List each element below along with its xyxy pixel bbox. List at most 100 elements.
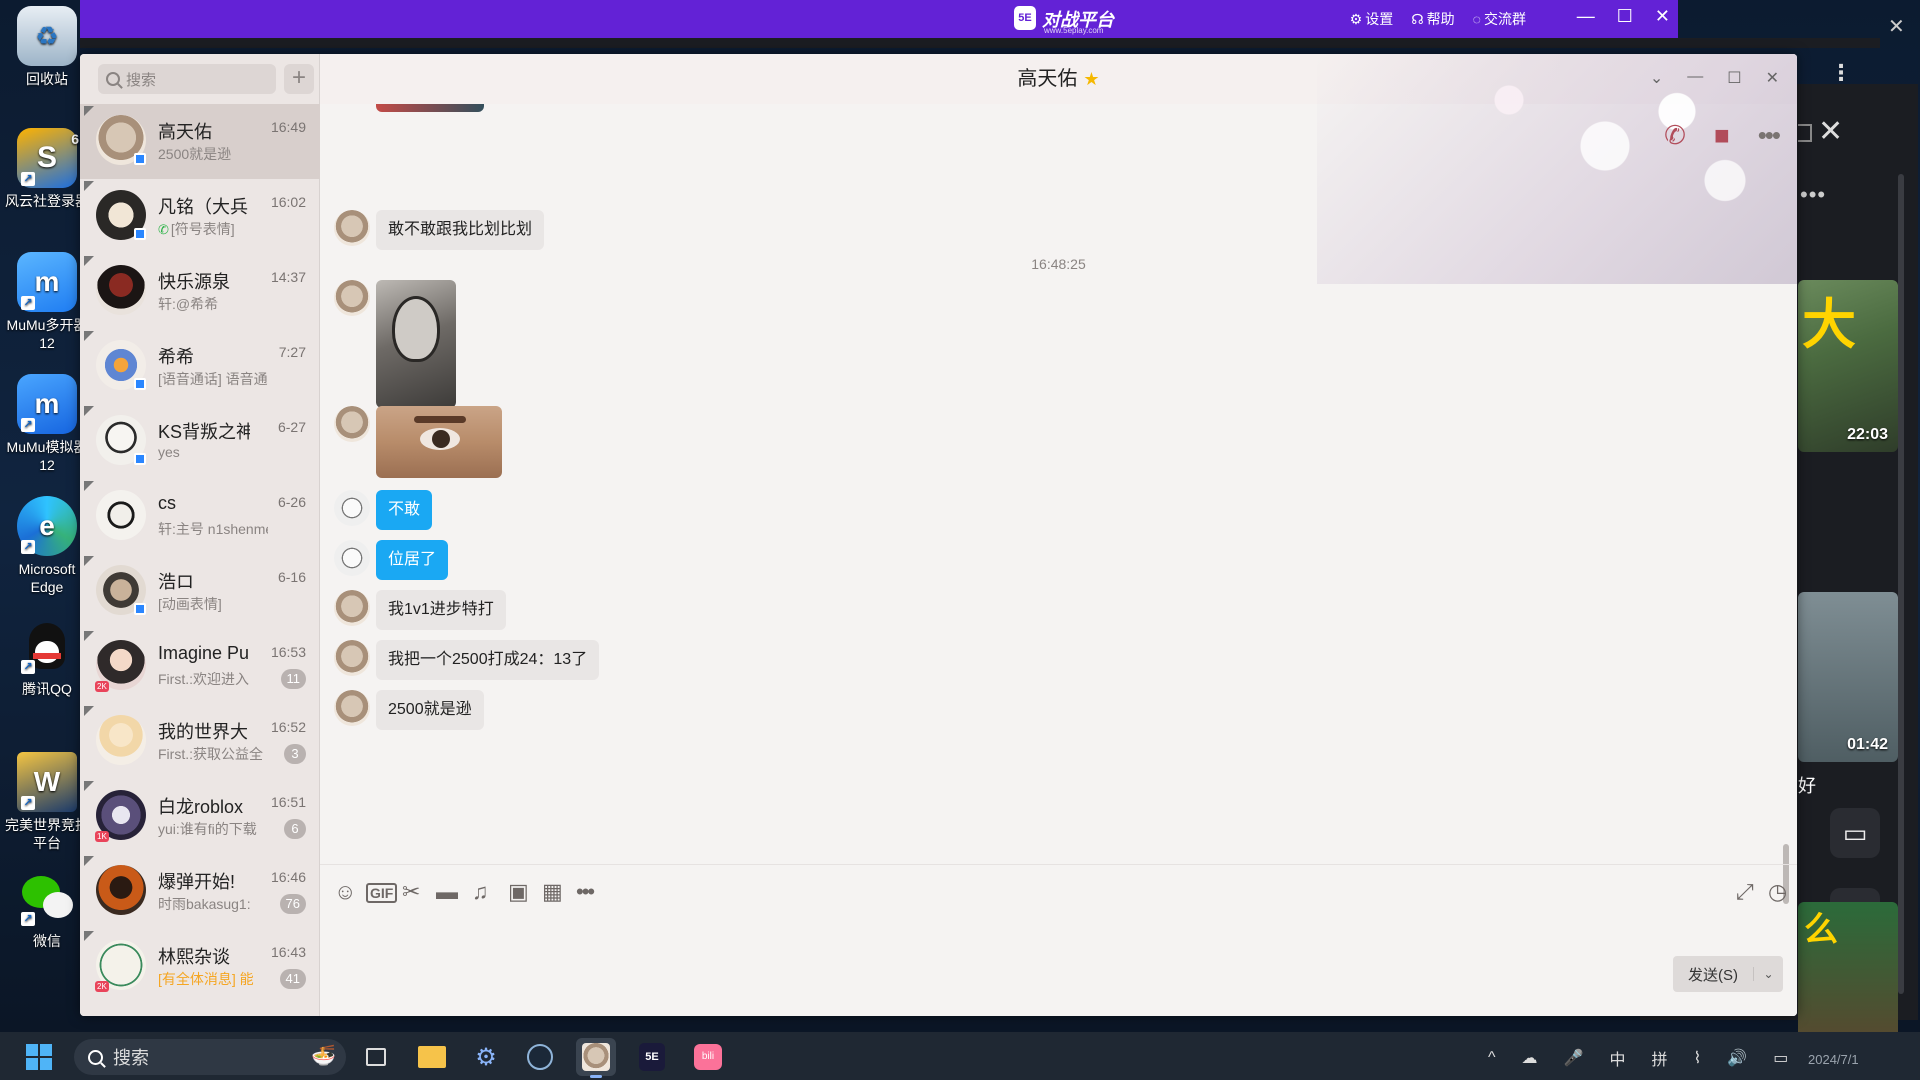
scissors-icon[interactable]: ✂ <box>402 879 420 905</box>
screen-share-icon[interactable]: ▦ <box>542 879 563 905</box>
expand-icon[interactable]: ⤢ <box>1736 879 1754 905</box>
5e-platform-button[interactable]: 5E <box>632 1038 672 1076</box>
steam-button[interactable] <box>520 1038 560 1076</box>
outer-close-icon[interactable]: ✕ <box>1888 14 1905 39</box>
help-button[interactable]: ☊ 帮助 <box>1411 9 1454 29</box>
conversation-item[interactable]: 希希 7:27 [语音通话] 语音通话 <box>80 329 320 404</box>
close-button[interactable]: ✕ <box>1655 6 1670 27</box>
edge-icon: e ↗ <box>17 496 77 556</box>
cloud-icon[interactable]: ☁ <box>1522 1048 1538 1068</box>
tv-button[interactable]: ▭ <box>1830 808 1880 858</box>
scrollbar[interactable] <box>1898 174 1904 994</box>
ime-mode-icon[interactable]: 中 <box>1609 1046 1625 1070</box>
close-button[interactable]: ✕ <box>1766 68 1779 88</box>
desktop-icon-mumu-emu[interactable]: m ↗ MuMu模拟器12 <box>2 374 92 474</box>
desktop-icon-mumu-multi[interactable]: m ↗ MuMu多开器12 <box>2 252 92 352</box>
ime-pinyin-icon[interactable]: 拼 <box>1651 1046 1667 1070</box>
conversation-item[interactable]: cs 6-26 轩:主号 n1shenmeyi <box>80 479 320 554</box>
restore-icon[interactable] <box>1798 124 1812 142</box>
add-button[interactable]: + <box>284 64 314 94</box>
conversation-item[interactable]: 2K 林熙杂谈 16:43 [有全体消息] 能 41 <box>80 929 320 1004</box>
conversation-item[interactable]: 2K Imagine Pu 16:53 First.:欢迎进入 11 <box>80 629 320 704</box>
conversation-preview-text: 时雨bakasug1: <box>158 896 251 912</box>
file-explorer-button[interactable] <box>412 1038 452 1076</box>
send-button[interactable]: 发送(S) ⌄ <box>1673 956 1783 992</box>
avatar[interactable] <box>334 210 370 246</box>
image-message-partial[interactable] <box>376 104 484 112</box>
music-icon[interactable]: ♫ <box>472 879 489 905</box>
avatar[interactable] <box>96 490 146 540</box>
folder-icon[interactable]: ▬ <box>436 879 458 905</box>
gif-icon[interactable]: GIF <box>366 883 398 903</box>
minimize-button[interactable]: — <box>1687 68 1703 88</box>
message-bubble[interactable]: 我把一个2500打成24：13了 <box>376 640 600 680</box>
desktop-icon-qq[interactable]: ↗ 腾讯QQ <box>2 616 92 698</box>
desktop-icon-fengyun[interactable]: S 6 ↗ 风云社登录器 <box>2 128 92 210</box>
history-icon[interactable]: ◷ <box>1768 879 1787 905</box>
search-input[interactable]: 搜索 <box>98 64 276 94</box>
microphone-icon[interactable]: 🎤 <box>1564 1048 1584 1068</box>
avatar[interactable] <box>334 490 370 526</box>
message-bubble[interactable]: 敢不敢跟我比划比划 <box>376 210 545 250</box>
desktop-icon-edge[interactable]: e ↗ Microsoft Edge <box>2 496 92 596</box>
bilibili-button[interactable]: bili <box>688 1038 728 1076</box>
message-bubble[interactable]: 不敢 <box>376 490 433 530</box>
conversation-item[interactable]: 快乐源泉 14:37 轩:@希希 <box>80 254 320 329</box>
taskbar-date[interactable]: 2024/7/1 <box>1808 1052 1859 1067</box>
avatar[interactable] <box>334 540 370 576</box>
chevron-down-icon[interactable]: ⌄ <box>1753 967 1783 981</box>
start-button[interactable] <box>26 1044 52 1070</box>
desktop-icon-perfect-world[interactable]: W ↗ 完美世界竞技平台 <box>2 752 92 852</box>
perfect-world-icon: W ↗ <box>17 752 77 812</box>
conversation-item[interactable]: 1K 白龙roblox 16:51 yui:谁有fi的下载 6 <box>80 779 320 854</box>
conversation-item[interactable]: 凡铭（大兵 16:02 ✆ [符号表情] <box>80 179 320 254</box>
video-thumbnail[interactable]: 大 22:03 <box>1798 280 1898 452</box>
battery-icon[interactable]: ▭ <box>1773 1048 1788 1068</box>
message-input[interactable]: 发送(S) ⌄ <box>320 914 1797 1016</box>
qq-taskbar-button[interactable] <box>576 1038 616 1078</box>
conversation-item[interactable]: KS背叛之神 6-27 yes <box>80 404 320 479</box>
image-message[interactable] <box>376 280 456 408</box>
maximize-button[interactable]: ☐ <box>1617 6 1633 27</box>
settings-app-button[interactable]: ⚙ <box>466 1038 506 1076</box>
tray-overflow-icon[interactable]: ^ <box>1488 1049 1496 1067</box>
pin-corner-icon <box>84 931 94 941</box>
conversation-name: cs <box>158 493 176 513</box>
volume-icon[interactable]: 🔊 <box>1727 1048 1747 1068</box>
conversation-item[interactable]: 爆弹开始! 16:46 时雨bakasug1: 76 <box>80 854 320 929</box>
avatar[interactable] <box>334 590 370 626</box>
avatar[interactable] <box>334 280 370 316</box>
message-bubble[interactable]: 位居了 <box>376 540 449 580</box>
avatar[interactable] <box>96 715 146 765</box>
collapse-button[interactable]: ⌄ <box>1650 68 1663 88</box>
avatar[interactable] <box>334 640 370 676</box>
avatar[interactable] <box>334 690 370 726</box>
community-button[interactable]: ◌ 交流群 <box>1473 9 1526 29</box>
emoji-icon[interactable]: ☺ <box>334 879 356 905</box>
conversation-item[interactable]: 我的世界大 16:52 First.:获取公益全 3 <box>80 704 320 779</box>
minimize-button[interactable]: — <box>1577 6 1595 27</box>
video-thumbnail[interactable]: 01:42 <box>1798 592 1898 762</box>
more-icon[interactable]: ••• <box>576 879 595 905</box>
close-icon[interactable]: ✕ <box>1818 114 1843 149</box>
taskbar-search[interactable]: 搜索 🍜 <box>74 1039 346 1075</box>
star-icon[interactable]: ★ <box>1083 69 1099 89</box>
image-message[interactable] <box>376 406 502 478</box>
maximize-button[interactable]: ☐ <box>1727 68 1741 88</box>
message-list: 敢不敢跟我比划比划 16:48:25 不敢 位居了 我1v1进步特打 我把一个2… <box>320 104 1797 914</box>
settings-button[interactable]: ⚙ 设置 <box>1350 9 1394 29</box>
message-bubble[interactable]: 我1v1进步特打 <box>376 590 506 630</box>
outer-more-icon[interactable]: ⋮ <box>1830 60 1852 86</box>
avatar[interactable] <box>334 406 370 442</box>
task-view-button[interactable] <box>356 1038 396 1076</box>
desktop-icon-recycle-bin[interactable]: ♻ 回收站 <box>2 6 92 88</box>
more-icon[interactable]: ••• <box>1800 182 1826 208</box>
wifi-icon[interactable]: ⌇ <box>1693 1048 1701 1068</box>
avatar[interactable] <box>96 865 146 915</box>
message-bubble[interactable]: 2500就是逊 <box>376 690 484 730</box>
avatar[interactable] <box>96 265 146 315</box>
conversation-item[interactable]: 高天佑 16:49 2500就是逊 <box>80 104 320 179</box>
image-icon[interactable]: ▣ <box>508 879 529 905</box>
desktop-icon-wechat[interactable]: ↗ 微信 <box>2 868 92 950</box>
conversation-item[interactable]: 浩ロ 6-16 [动画表情] <box>80 554 320 629</box>
